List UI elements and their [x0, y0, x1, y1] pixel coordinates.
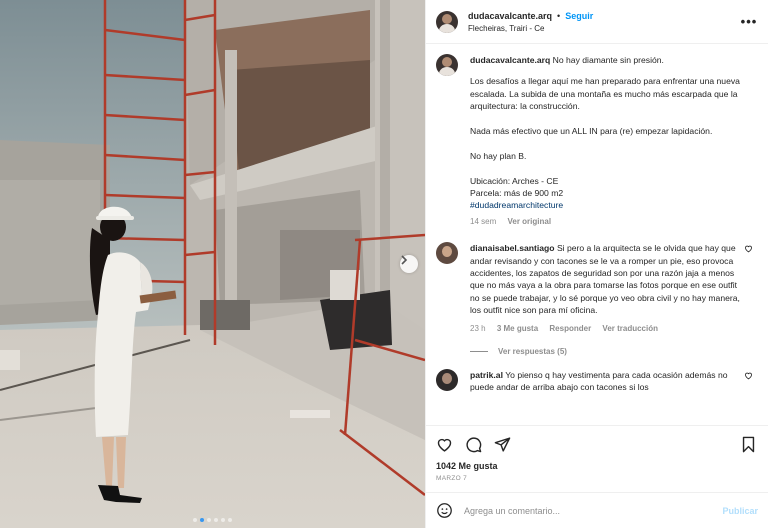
- post-location[interactable]: Flecheiras, Trairi - Ce: [468, 24, 740, 33]
- reply-button[interactable]: Responder: [549, 324, 591, 333]
- more-options-button[interactable]: •••: [740, 14, 758, 29]
- comment-body: patrik.al Yo pienso q hay vestimenta par…: [470, 369, 740, 394]
- caption-hashtag[interactable]: #dudadreamarchitecture: [470, 199, 756, 211]
- caption-time[interactable]: 14 sem: [470, 217, 496, 226]
- commenter-username[interactable]: dianaisabel.santiago: [470, 243, 555, 253]
- caption-author-avatar[interactable]: [436, 54, 458, 76]
- publish-button[interactable]: Publicar: [722, 506, 758, 516]
- view-original-button[interactable]: Ver original: [507, 217, 551, 226]
- post-photo[interactable]: [0, 0, 425, 528]
- comment-input[interactable]: [464, 505, 723, 516]
- likes-count[interactable]: 1042 Me gusta: [436, 461, 756, 471]
- comment-item: patrik.al Yo pienso q hay vestimenta par…: [436, 369, 756, 394]
- comment-body: dianaisabel.santiago Si pero a la arquit…: [470, 242, 740, 335]
- emoji-icon: [437, 503, 452, 518]
- replies-line: [470, 351, 488, 353]
- author-avatar[interactable]: [436, 10, 458, 33]
- like-comment-button[interactable]: [744, 244, 756, 335]
- bookmark-icon: [742, 436, 755, 452]
- instagram-post-modal: dudacavalcante.arq • Seguir Flecheiras, …: [0, 0, 768, 528]
- heart-icon: [437, 438, 452, 452]
- caption-title: No hay diamante sin presión.: [552, 55, 664, 65]
- post-side-panel: dudacavalcante.arq • Seguir Flecheiras, …: [425, 0, 768, 528]
- like-button[interactable]: [436, 436, 453, 453]
- carousel-dot: [221, 518, 225, 522]
- post-caption: dudacavalcante.arq No hay diamante sin p…: [436, 54, 756, 228]
- comment-text: Si pero a la arquitecta se le olvida que…: [470, 243, 740, 316]
- heart-icon: [745, 245, 752, 253]
- carousel-dot-active: [200, 518, 204, 522]
- header-text: dudacavalcante.arq • Seguir Flecheiras, …: [468, 11, 740, 33]
- save-button[interactable]: [741, 436, 756, 453]
- view-replies-label: Ver respuestas (5): [498, 347, 567, 357]
- comment-button[interactable]: [465, 436, 482, 453]
- comment-likes[interactable]: 3 Me gusta: [497, 324, 538, 333]
- caption-plot-line: Parcela: más de 900 m2: [470, 188, 564, 199]
- caption-paragraph-2: Nada más efectivo que un ALL IN para (re…: [470, 126, 713, 137]
- commenter-avatar[interactable]: [436, 369, 458, 392]
- comment-meta: 23 h 3 Me gusta Responder Ver traducción: [470, 323, 740, 335]
- post-actions: 1042 Me gusta MARZO 7: [426, 425, 768, 492]
- comment-item: dianaisabel.santiago Si pero a la arquit…: [436, 242, 756, 335]
- caption-location-line: Ubicación: Arches - CE: [470, 175, 559, 186]
- commenter-avatar[interactable]: [436, 242, 458, 265]
- commenter-username[interactable]: patrik.al: [470, 370, 503, 380]
- next-arrow-icon: [401, 255, 408, 265]
- caption-paragraph-3: No hay plan B.: [470, 150, 527, 161]
- comment-time[interactable]: 23 h: [470, 324, 486, 333]
- follow-button[interactable]: Seguir: [565, 11, 593, 21]
- separator-dot: •: [557, 10, 561, 21]
- carousel-indicator: [0, 518, 425, 522]
- comment-text-line: dianaisabel.santiago Si pero a la arquit…: [470, 242, 740, 316]
- carousel-dot: [207, 518, 211, 522]
- construction-site-photo: [0, 0, 425, 528]
- header-line: dudacavalcante.arq • Seguir: [468, 11, 740, 21]
- view-replies-button[interactable]: Ver respuestas (5): [470, 347, 756, 356]
- carousel-dot: [228, 518, 232, 522]
- add-comment-bar: Publicar: [426, 492, 768, 528]
- next-photo-button[interactable]: [400, 255, 418, 273]
- caption-paragraph-1: Los desafíos a llegar aquí me han prepar…: [470, 76, 740, 112]
- like-comment-button[interactable]: [744, 371, 756, 394]
- caption-username[interactable]: dudacavalcante.arq: [470, 55, 550, 65]
- comment-text: Yo pienso q hay vestimenta para cada oca…: [470, 370, 728, 393]
- caption-title-line: dudacavalcante.arq No hay diamante sin p…: [470, 54, 756, 66]
- author-username[interactable]: dudacavalcante.arq: [468, 11, 552, 21]
- heart-icon: [745, 372, 752, 380]
- post-header: dudacavalcante.arq • Seguir Flecheiras, …: [426, 0, 768, 44]
- carousel-dot: [193, 518, 197, 522]
- emoji-button[interactable]: [436, 502, 453, 519]
- carousel-dot: [214, 518, 218, 522]
- caption-body: dudacavalcante.arq No hay diamante sin p…: [470, 54, 756, 228]
- comments-section[interactable]: dudacavalcante.arq No hay diamante sin p…: [426, 44, 768, 425]
- more-options-icon: •••: [740, 14, 758, 29]
- action-icons: [436, 434, 756, 454]
- comment-icon: [466, 436, 482, 452]
- caption-meta: 14 sem Ver original: [470, 216, 756, 228]
- share-icon: [494, 436, 511, 452]
- post-date[interactable]: MARZO 7: [436, 475, 756, 482]
- share-button[interactable]: [494, 436, 511, 453]
- view-translation-button[interactable]: Ver traducción: [602, 324, 658, 333]
